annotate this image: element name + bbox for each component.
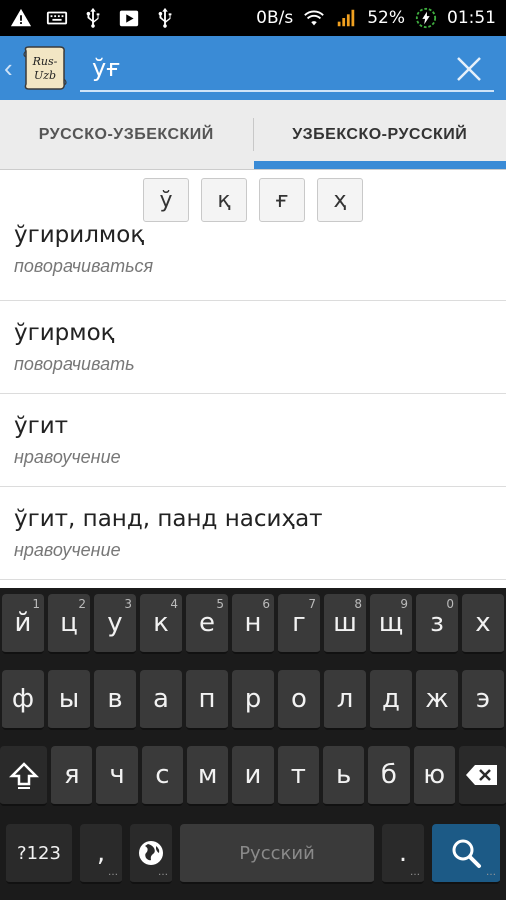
keyboard-row-1: й1 ц2 у3 к4 е5 н6 г7 ш8 щ9 з0 х: [0, 594, 506, 656]
list-item[interactable]: ўгит, панд, панд насиҳат нравоучение: [0, 487, 506, 580]
key[interactable]: ь: [322, 746, 365, 806]
results-panel: ў қ ғ ҳ ўгирилмоқ поворачиваться ўгирмоқ…: [0, 170, 506, 588]
key[interactable]: б: [368, 746, 410, 806]
status-bar: 0B/s 52% 01:51: [0, 0, 506, 36]
globe-icon: [139, 841, 163, 865]
network-speed: 0B/s: [256, 8, 294, 28]
comma-key[interactable]: ,…: [80, 824, 122, 884]
shift-key[interactable]: [0, 746, 48, 806]
key[interactable]: ч: [96, 746, 138, 806]
result-translation: нравоучение: [14, 539, 121, 560]
key[interactable]: и: [232, 746, 274, 806]
result-word: ўгит: [14, 412, 69, 439]
app-bar: ‹ Rus- Uzb: [0, 36, 506, 100]
signal-icon: [335, 7, 357, 29]
direction-tabs: РУССКО-УЗБЕКСКИЙ УЗБЕКСКО-РУССКИЙ: [0, 100, 506, 170]
language-key[interactable]: …: [130, 824, 172, 884]
app-logo[interactable]: Rus- Uzb: [20, 43, 70, 93]
key[interactable]: л: [324, 670, 366, 730]
special-chars-bar: ў қ ғ ҳ: [0, 170, 506, 230]
key[interactable]: ш8: [324, 594, 366, 654]
key[interactable]: ю: [413, 746, 455, 806]
play-store-icon: [118, 7, 140, 29]
search-key[interactable]: …: [432, 824, 500, 884]
keyboard-row-2: ф ы в а п р о л д ж э: [0, 670, 506, 732]
list-item[interactable]: ўгит нравоучение: [0, 394, 506, 487]
result-word: ўгит, панд, панд насиҳат: [14, 505, 323, 532]
result-word: ўгирилмоқ: [14, 222, 145, 248]
warning-icon: [10, 7, 32, 29]
key[interactable]: р: [232, 670, 274, 730]
key[interactable]: е5: [186, 594, 228, 654]
wifi-icon: [303, 7, 325, 29]
symbols-key[interactable]: ?123: [6, 824, 72, 884]
period-key[interactable]: .…: [382, 824, 424, 884]
key[interactable]: п: [186, 670, 228, 730]
key[interactable]: й1: [2, 594, 44, 654]
key[interactable]: э: [462, 670, 504, 730]
usb-icon: [154, 7, 176, 29]
key[interactable]: я: [51, 746, 93, 806]
result-translation: поворачиваться: [14, 256, 154, 276]
key[interactable]: т: [277, 746, 319, 806]
key[interactable]: а: [140, 670, 182, 730]
key[interactable]: г7: [278, 594, 320, 654]
backspace-key[interactable]: [458, 746, 506, 806]
result-word: ўгирмоқ: [14, 319, 115, 346]
key[interactable]: в: [94, 670, 136, 730]
search-input[interactable]: [80, 50, 420, 86]
key[interactable]: к4: [140, 594, 182, 654]
key[interactable]: с: [141, 746, 184, 806]
key[interactable]: у3: [94, 594, 136, 654]
key[interactable]: щ9: [370, 594, 412, 654]
char-button-u-breve[interactable]: ў: [143, 178, 189, 222]
key[interactable]: ы: [48, 670, 90, 730]
search-icon: [452, 839, 481, 868]
key[interactable]: ж: [416, 670, 458, 730]
battery-percent: 52%: [367, 8, 405, 28]
key[interactable]: о: [278, 670, 320, 730]
search-box: [80, 50, 494, 92]
keyboard-row-4: ?123 ,… … Русский .… …: [0, 824, 506, 886]
backspace-icon: [466, 765, 498, 785]
keyboard-row-3: я ч с м и т ь б ю: [0, 746, 506, 808]
result-translation: поворачивать: [14, 353, 135, 374]
logo-text-bottom: Uzb: [34, 69, 56, 82]
shift-icon: [8, 762, 39, 789]
key[interactable]: д: [370, 670, 412, 730]
battery-charging-icon: [415, 7, 437, 29]
clear-icon[interactable]: [452, 52, 486, 86]
list-item[interactable]: ўгирмоқ поворачивать: [0, 301, 506, 394]
char-button-ghe[interactable]: ғ: [259, 178, 305, 222]
space-key[interactable]: Русский: [180, 824, 374, 884]
list-item[interactable]: ўгирилмоқ поворачиваться: [0, 222, 506, 301]
keyboard-icon: [46, 7, 68, 29]
key[interactable]: н6: [232, 594, 274, 654]
key[interactable]: м: [187, 746, 229, 806]
result-translation: нравоучение: [14, 446, 121, 467]
usb-icon: [82, 7, 104, 29]
key[interactable]: ф: [2, 670, 44, 730]
key[interactable]: з0: [416, 594, 458, 654]
char-button-qa[interactable]: қ: [201, 178, 247, 222]
char-button-ha[interactable]: ҳ: [317, 178, 363, 222]
key[interactable]: ц2: [48, 594, 90, 654]
tab-uzbek-russian[interactable]: УЗБЕКСКО-РУССКИЙ: [253, 100, 506, 169]
on-screen-keyboard: й1 ц2 у3 к4 е5 н6 г7 ш8 щ9 з0 х ф ы в а …: [0, 588, 506, 900]
key[interactable]: х: [462, 594, 504, 654]
back-chevron-icon[interactable]: ‹: [4, 53, 18, 84]
clock: 01:51: [447, 8, 496, 28]
logo-text-top: Rus-: [32, 55, 58, 68]
tab-russian-uzbek[interactable]: РУССКО-УЗБЕКСКИЙ: [0, 100, 253, 169]
